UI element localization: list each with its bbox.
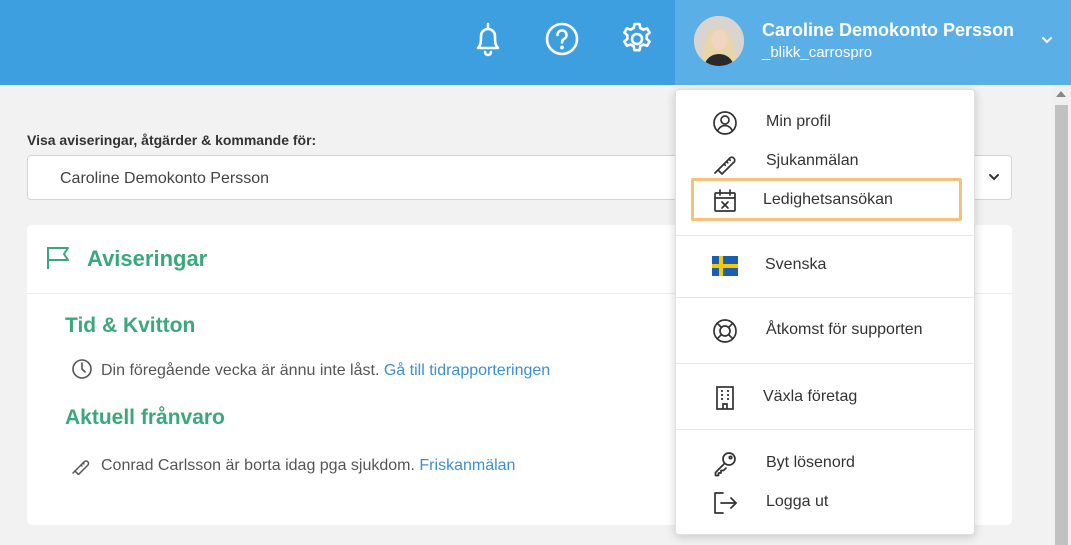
avatar	[694, 16, 744, 66]
thermometer-icon	[72, 460, 90, 475]
flag-icon	[47, 247, 69, 269]
menu-item-support-access[interactable]: Åtkomst för supporten	[676, 313, 976, 349]
menu-divider	[676, 363, 976, 364]
scroll-thumb[interactable]	[1055, 105, 1068, 545]
gear-icon[interactable]	[619, 20, 655, 58]
help-icon[interactable]	[544, 20, 580, 58]
menu-item-label: Logga ut	[766, 493, 829, 510]
building-icon	[716, 386, 734, 410]
menu-item-sick-leave[interactable]: Sjukanmälan	[676, 144, 976, 180]
user-menu-toggle[interactable]: Caroline Demokonto Persson _blikk_carros…	[675, 0, 1071, 85]
menu-divider	[676, 429, 976, 430]
section-title-absence: Aktuell frånvaro	[65, 406, 225, 429]
menu-item-label: Svenska	[765, 256, 827, 273]
card-title: Aviseringar	[87, 246, 208, 271]
menu-item-label: Ledighetsansökan	[763, 191, 893, 208]
menu-divider	[676, 297, 976, 298]
menu-item-language[interactable]: Svenska	[676, 248, 976, 284]
menu-item-profile[interactable]: Min profil	[676, 105, 976, 141]
thermometer-icon	[714, 156, 736, 175]
menu-item-label: Byt lösenord	[766, 454, 855, 471]
time-report-link[interactable]: Gå till tidrapporteringen	[384, 362, 550, 379]
menu-item-leave-request[interactable]: Ledighetsansökan	[676, 183, 976, 219]
calendar-x-icon	[714, 189, 736, 212]
key-icon	[714, 452, 736, 477]
menu-item-switch-company[interactable]: Växla företag	[676, 380, 976, 416]
bell-icon[interactable]	[470, 20, 506, 58]
clock-icon	[72, 359, 92, 379]
menu-item-label: Sjukanmälan	[766, 152, 859, 169]
section-line-absence: Conrad Carlsson är borta idag pga sjukdo…	[71, 453, 515, 475]
menu-divider	[676, 235, 976, 236]
user-name: Caroline Demokonto Persson	[762, 20, 1015, 40]
logout-icon	[714, 492, 737, 514]
chevron-down-icon	[1042, 37, 1052, 44]
lifebuoy-icon	[713, 319, 737, 343]
menu-item-label: Åtkomst för supporten	[766, 321, 923, 338]
section-text: Conrad Carlsson är borta idag pga sjukdo…	[101, 457, 415, 474]
user-dropdown-menu: Min profil Sjukanmälan Ledighetsansökan …	[675, 89, 976, 535]
user-circle-icon	[713, 111, 737, 135]
menu-item-change-password[interactable]: Byt lösenord	[676, 446, 976, 482]
menu-item-label: Min profil	[766, 113, 831, 130]
menu-item-label: Växla företag	[763, 388, 858, 405]
filter-label: Visa aviseringar, åtgärder & kommande fö…	[27, 132, 317, 148]
user-handle: _blikk_carrospro	[762, 44, 873, 61]
menu-item-logout[interactable]: Logga ut	[676, 485, 976, 521]
top-header: Caroline Demokonto Persson _blikk_carros…	[0, 0, 1071, 85]
section-line-time: Din föregående vecka är ännu inte låst. …	[71, 358, 550, 380]
chevron-down-icon	[989, 174, 999, 181]
person-select-value: Caroline Demokonto Persson	[60, 170, 269, 187]
section-title-time: Tid & Kvitton	[65, 314, 196, 337]
scrollbar[interactable]	[1052, 85, 1071, 545]
recovery-link[interactable]: Friskanmälan	[419, 457, 515, 474]
section-text: Din föregående vecka är ännu inte låst.	[101, 362, 380, 379]
swedish-flag-icon	[712, 256, 738, 276]
scroll-up-arrow[interactable]	[1056, 91, 1066, 97]
